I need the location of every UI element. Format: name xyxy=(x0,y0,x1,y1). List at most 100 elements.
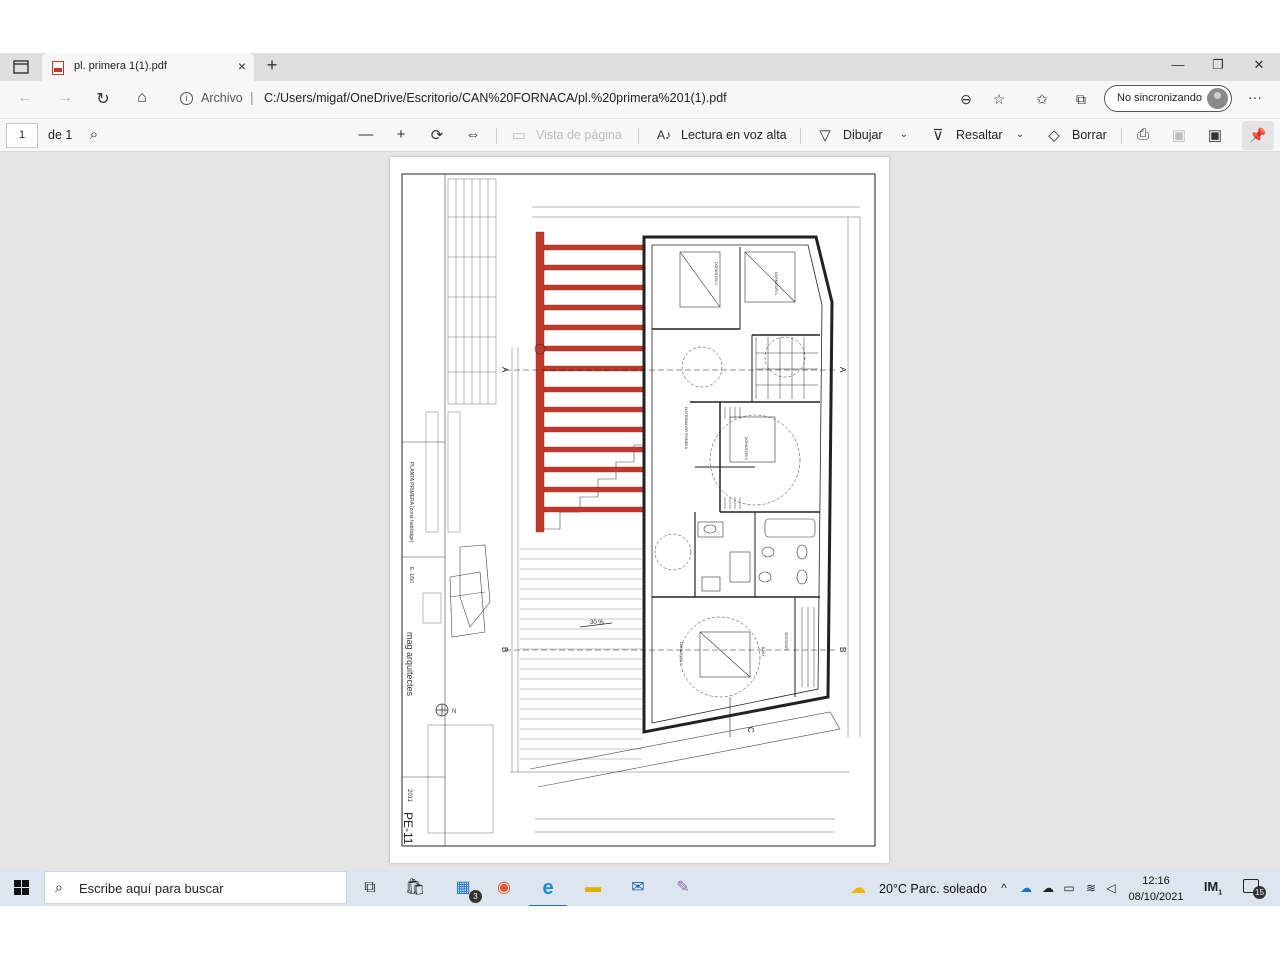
collections-icon[interactable]: ⧉ xyxy=(1071,91,1091,108)
room-label: DORMITORI 3 xyxy=(744,437,748,460)
zoom-in-icon[interactable]: + xyxy=(391,126,411,143)
onedrive-icon[interactable]: ☁ xyxy=(1018,881,1034,895)
taskbar-search-input[interactable]: ⌕ Escribe aquí para buscar xyxy=(44,871,347,904)
save-icon[interactable]: ▣ xyxy=(1169,126,1189,144)
profile-button[interactable]: No sincronizando xyxy=(1104,85,1232,112)
url-text[interactable]: C:/Users/migaf/OneDrive/Escritorio/CAN%2… xyxy=(264,91,727,105)
page-number-input[interactable]: 1 xyxy=(6,123,38,148)
volume-muted-icon[interactable]: ◁ xyxy=(1103,881,1119,895)
zoom-out-icon[interactable]: — xyxy=(356,126,376,143)
draw-chevron-down-icon[interactable]: ⌄ xyxy=(894,129,914,140)
wifi-icon[interactable]: ≋ xyxy=(1083,881,1099,895)
file-scheme-label: Archivo xyxy=(201,91,243,105)
files-app-icon[interactable]: ▦ 3 xyxy=(450,875,482,903)
tab-title: pl. primera 1(1).pdf xyxy=(74,60,167,72)
task-view-icon[interactable]: ⧉ xyxy=(357,875,383,901)
floor-plan-drawing: PLANTA PRIMERA (zona habitatge) mag arqu… xyxy=(401,173,876,847)
highlight-chevron-down-icon[interactable]: ⌄ xyxy=(1010,129,1030,140)
tab-actions-icon[interactable] xyxy=(8,58,34,76)
erase-button[interactable]: Borrar xyxy=(1072,128,1107,142)
read-aloud-icon[interactable]: A♪ xyxy=(654,128,674,142)
save-as-icon[interactable]: ▣ xyxy=(1205,126,1225,144)
files-app-badge: 3 xyxy=(469,890,482,903)
add-favorite-icon[interactable]: ☆ xyxy=(989,91,1009,108)
pin-toolbar-icon[interactable]: 📌 xyxy=(1242,121,1274,150)
tab-close-icon[interactable]: × xyxy=(238,58,246,74)
find-icon[interactable]: ⌕ xyxy=(84,126,104,143)
avatar xyxy=(1207,88,1228,109)
room-label: DORMITORI 4 xyxy=(679,642,683,665)
search-icon: ⌕ xyxy=(55,879,63,895)
sheet-id: PE-11 xyxy=(401,812,415,845)
favorites-icon[interactable]: ✩ xyxy=(1032,91,1052,108)
screen-bottom-margin xyxy=(0,906,1280,960)
highlight-button[interactable]: Resaltar xyxy=(956,128,1003,142)
more-menu-icon[interactable]: ··· xyxy=(1245,89,1265,105)
minimize-button[interactable]: — xyxy=(1168,57,1188,72)
fit-page-icon[interactable]: ⇔ xyxy=(463,126,483,143)
draw-button[interactable]: Dibujar xyxy=(843,128,883,142)
refresh-icon[interactable]: ↻ xyxy=(92,89,114,109)
show-hidden-icons-icon[interactable]: ^ xyxy=(996,881,1012,895)
store-icon[interactable]: 🛍 xyxy=(402,875,428,901)
home-icon[interactable]: ⌂ xyxy=(131,89,153,109)
sync-status-label: No sincronizando xyxy=(1117,92,1202,104)
highlight-icon[interactable]: ⊽ xyxy=(928,126,948,144)
zoom-icon[interactable]: ⊖ xyxy=(956,91,976,108)
edge-icon[interactable]: e xyxy=(529,875,567,907)
screen-top-margin xyxy=(0,0,1280,53)
year-label: 2011 xyxy=(406,789,412,803)
pdf-page: PLANTA PRIMERA (zona habitatge) mag arqu… xyxy=(390,157,889,863)
close-window-button[interactable]: ✕ xyxy=(1249,57,1269,73)
firefox-icon[interactable]: ◉ xyxy=(491,875,517,901)
rotate-icon[interactable]: ⟳ xyxy=(427,126,447,144)
page-view-icon[interactable]: ▭ xyxy=(509,126,529,144)
ime-count: 1 xyxy=(1218,889,1223,897)
toolbar-divider xyxy=(496,128,497,144)
scale-label: E: 1/50 xyxy=(408,567,414,583)
section-a-right: A xyxy=(838,367,847,373)
battery-icon[interactable]: ▭ xyxy=(1061,881,1077,895)
notification-count: 15 xyxy=(1253,886,1266,899)
room-label: VESTIDOR xyxy=(784,632,788,650)
pdf-viewer[interactable]: PLANTA PRIMERA (zona habitatge) mag arqu… xyxy=(0,152,1280,869)
page-total-label: de 1 xyxy=(48,128,73,142)
pdf-toolbar: 1 de 1 ⌕ — + ⟳ ⇔ ▭ Vista de página A♪ Le… xyxy=(0,118,1280,152)
windows-start-icon[interactable] xyxy=(14,880,29,895)
info-icon[interactable]: i xyxy=(180,92,193,105)
read-aloud-button[interactable]: Lectura en voz alta xyxy=(681,128,787,142)
windows-taskbar: ⌕ Escribe aquí para buscar ⧉ 🛍 ▦ 3 ◉ e ▬… xyxy=(0,869,1280,907)
address-bar-row: ← → ↻ ⌂ i Archivo | C:/Users/migaf/OneDr… xyxy=(0,81,1280,118)
print-icon[interactable]: ⎙ xyxy=(1133,126,1153,143)
cloud-icon[interactable]: ☁ xyxy=(1040,881,1056,895)
paint-icon[interactable]: ✎ xyxy=(670,875,696,901)
pdf-file-icon xyxy=(52,61,64,75)
outlook-icon[interactable]: ✉ xyxy=(625,875,651,901)
room-label: DORMITORI 2 xyxy=(714,262,718,285)
room-label: BANY xyxy=(761,647,765,657)
draw-icon[interactable]: ▽ xyxy=(815,126,835,144)
system-clock[interactable]: 12:16 08/10/2021 xyxy=(1124,873,1188,905)
eraser-icon[interactable]: ◇ xyxy=(1044,126,1064,144)
toolbar-divider xyxy=(1121,128,1122,144)
section-b-right: B xyxy=(838,647,847,652)
address-field[interactable]: i Archivo | C:/Users/migaf/OneDrive/Escr… xyxy=(170,85,970,113)
tab-pdf[interactable]: pl. primera 1(1).pdf × xyxy=(42,53,254,81)
room-label: DISTRIBUIDOR PRIMERA xyxy=(684,407,688,450)
forward-icon[interactable]: → xyxy=(54,89,76,109)
input-method-icon[interactable]: IM1 xyxy=(1202,879,1224,897)
notifications-icon[interactable]: 15 xyxy=(1243,879,1266,899)
slope-label: 30 % xyxy=(590,620,604,626)
weather-icon[interactable]: ☁ xyxy=(850,878,866,898)
clock-time: 12:16 xyxy=(1142,875,1170,887)
file-explorer-icon[interactable]: ▬ xyxy=(580,875,606,901)
toolbar-divider xyxy=(800,128,801,144)
back-icon[interactable]: ← xyxy=(14,89,36,109)
new-tab-button[interactable]: + xyxy=(262,55,282,76)
page-view-button[interactable]: Vista de página xyxy=(536,128,622,142)
clock-date: 08/10/2021 xyxy=(1128,891,1184,903)
files-app-glyph: ▦ xyxy=(455,879,471,896)
url-divider: | xyxy=(250,89,254,105)
weather-text[interactable]: 20°C Parc. soleado xyxy=(879,882,987,896)
restore-button[interactable]: ❐ xyxy=(1208,57,1228,73)
